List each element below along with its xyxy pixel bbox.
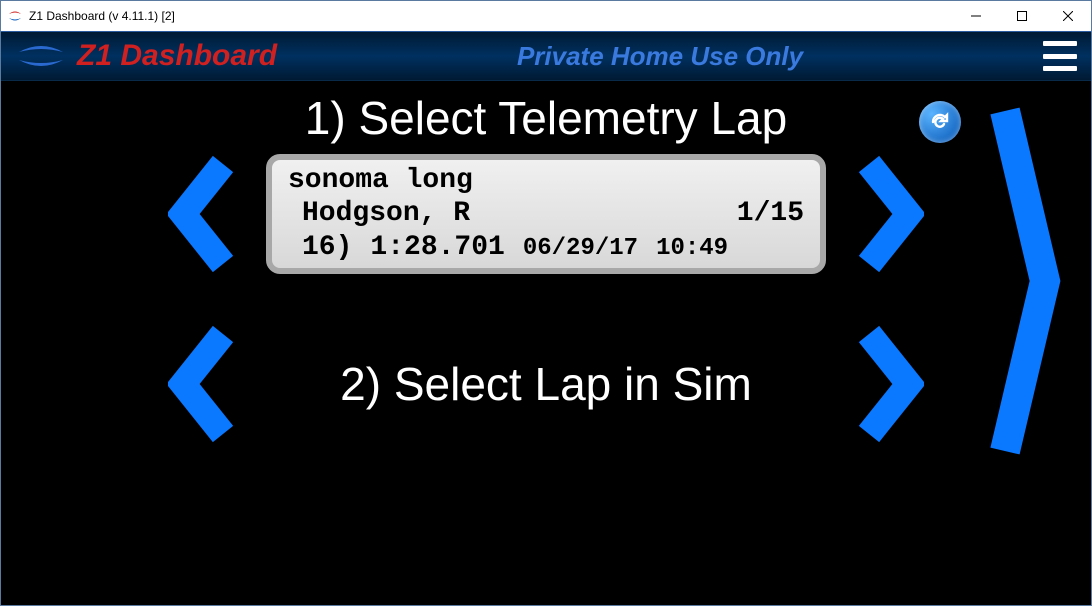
lap-time: 1:28.701: [370, 231, 504, 264]
page-next-button[interactable]: [983, 101, 1063, 461]
lap-track: sonoma long: [288, 164, 804, 197]
sim-prev-button[interactable]: [158, 319, 248, 449]
chevron-right-icon: [854, 324, 924, 444]
app-window: Z1 Dashboard (v 4.11.1) [2] Z1 Dashboard…: [0, 0, 1092, 606]
maximize-icon: [1017, 11, 1027, 21]
lap-driver: Hodgson, R: [302, 197, 470, 230]
close-icon: [1063, 11, 1073, 21]
section1-title: 1) Select Telemetry Lap: [21, 91, 1071, 145]
sim-row: 2) Select Lap in Sim: [21, 319, 1071, 449]
hamburger-icon: [1043, 41, 1077, 46]
lap-index: 1/15: [737, 197, 804, 230]
telemetry-lap-box[interactable]: sonoma long Hodgson, R 1/15 16) 1:28.701…: [266, 154, 826, 274]
lap-driver-row: Hodgson, R 1/15: [288, 197, 804, 230]
menu-button[interactable]: [1043, 41, 1077, 71]
chevron-left-icon: [168, 154, 238, 274]
window-title: Z1 Dashboard (v 4.11.1) [2]: [29, 9, 953, 23]
app-icon: [7, 8, 23, 24]
refresh-button[interactable]: [919, 101, 961, 143]
section2-title: 2) Select Lap in Sim: [266, 357, 826, 411]
maximize-button[interactable]: [999, 1, 1045, 31]
telemetry-next-button[interactable]: [844, 149, 934, 279]
lap-time-row: 16) 1:28.701 06/29/17 10:49: [288, 231, 804, 264]
telemetry-prev-button[interactable]: [158, 149, 248, 279]
app-header: Z1 Dashboard Private Home Use Only: [1, 31, 1091, 81]
app-title: Z1 Dashboard: [77, 39, 277, 73]
lap-number: 16): [302, 231, 352, 264]
sim-next-button[interactable]: [844, 319, 934, 449]
header-subtitle: Private Home Use Only: [277, 41, 1043, 72]
chevron-right-large-icon: [983, 101, 1063, 461]
logo-wrap: Z1 Dashboard: [15, 39, 277, 73]
minimize-icon: [971, 11, 981, 21]
titlebar: Z1 Dashboard (v 4.11.1) [2]: [1, 1, 1091, 31]
chevron-left-icon: [168, 324, 238, 444]
telemetry-row: sonoma long Hodgson, R 1/15 16) 1:28.701…: [21, 149, 1071, 279]
chevron-right-icon: [854, 154, 924, 274]
lap-time-of-day: 10:49: [656, 235, 728, 263]
close-button[interactable]: [1045, 1, 1091, 31]
window-controls: [953, 1, 1091, 31]
logo-icon: [15, 42, 67, 70]
refresh-icon: [928, 110, 952, 134]
lap-date: 06/29/17: [523, 235, 638, 263]
minimize-button[interactable]: [953, 1, 999, 31]
main-content: 1) Select Telemetry Lap sonoma long Hodg…: [1, 81, 1091, 605]
